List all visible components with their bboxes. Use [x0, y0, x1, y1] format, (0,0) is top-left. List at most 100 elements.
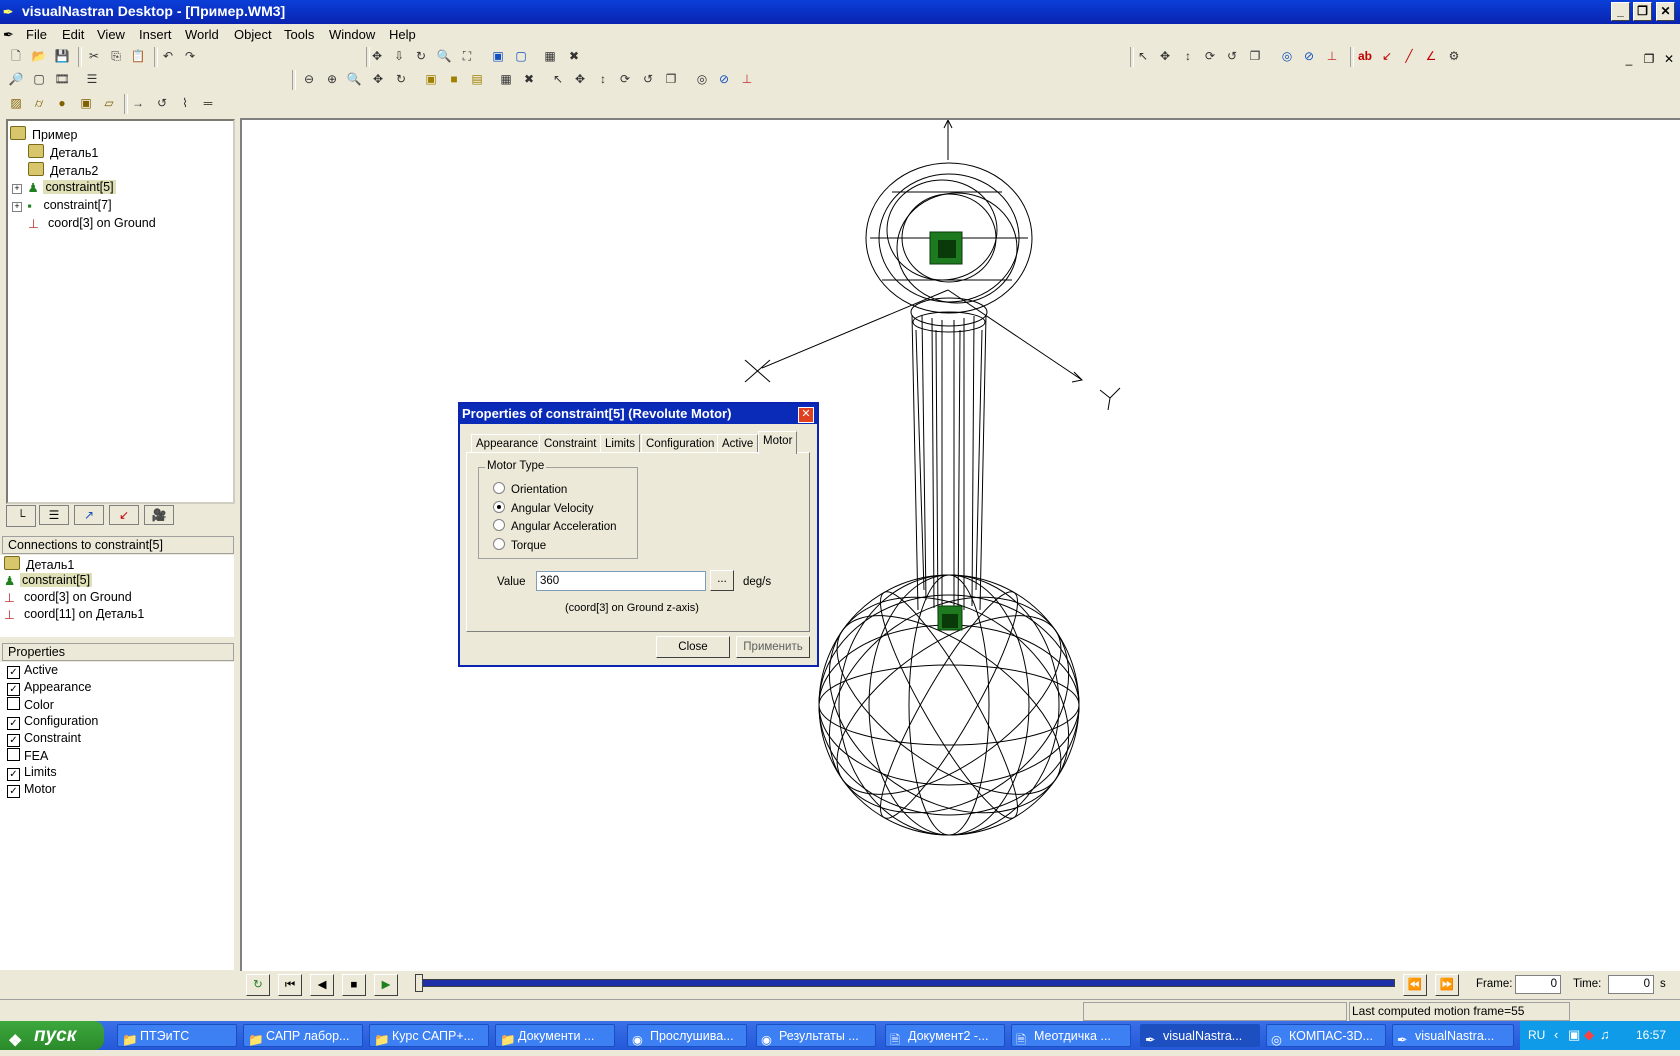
language-indicator[interactable]: RU	[1528, 1028, 1545, 1042]
property-configuration[interactable]: ✓ Configuration	[7, 714, 98, 730]
rope-icon[interactable]: ═	[198, 93, 218, 113]
spin-tool-icon[interactable]: ↺	[1222, 46, 1242, 66]
checkbox[interactable]	[7, 748, 20, 761]
no-collide2-icon[interactable]: ⊘	[714, 69, 734, 89]
cut-icon[interactable]: ✂	[84, 46, 104, 66]
vertical2-icon[interactable]: ↕	[593, 69, 613, 89]
checkbox[interactable]: ✓	[7, 785, 20, 798]
volume-icon[interactable]: ♫	[1600, 1027, 1610, 1042]
move-tool-icon[interactable]: ✥	[1155, 46, 1175, 66]
value-input[interactable]: 360	[536, 571, 706, 591]
task-button[interactable]: ◉ Результаты ...	[756, 1024, 876, 1047]
rewind-start-icon[interactable]: ⏮	[278, 974, 302, 996]
ground-icon[interactable]: ⊥	[1322, 46, 1342, 66]
vertical-move-icon[interactable]: ↕	[1178, 46, 1198, 66]
film-icon[interactable]: 🎞	[52, 69, 72, 89]
pan-icon[interactable]: ✥	[368, 69, 388, 89]
radio-dot[interactable]	[493, 501, 505, 513]
zoom-in-icon[interactable]: ⊕	[322, 69, 342, 89]
tab-configuration[interactable]: Configuration	[641, 434, 720, 453]
maximize-button[interactable]: ❐	[1633, 2, 1652, 21]
paste-icon[interactable]: 📋	[128, 46, 148, 66]
tree-view-tab-icon[interactable]: └	[6, 505, 36, 527]
minimize-button[interactable]: _	[1611, 2, 1630, 21]
task-button[interactable]: ✒ visualNastra...	[1392, 1024, 1514, 1047]
wire-view-icon[interactable]: ▢	[511, 46, 531, 66]
spin2-icon[interactable]: ↺	[638, 69, 658, 89]
open-icon[interactable]: 📂	[29, 46, 49, 66]
tab-motor[interactable]: Motor	[758, 431, 798, 454]
browse-button[interactable]: ...	[710, 570, 734, 591]
menu-help[interactable]: Help	[389, 27, 416, 42]
document-icon[interactable]: ✒	[3, 27, 14, 43]
sphere-shape-icon[interactable]: ●	[52, 93, 72, 113]
plate-shape-icon[interactable]: ▱	[99, 93, 119, 113]
radio-dot[interactable]	[493, 519, 505, 531]
new-icon[interactable]: 🗋	[6, 46, 26, 66]
angle-annotation-icon[interactable]: ∠	[1421, 46, 1441, 66]
connection-item[interactable]: ⊥ coord[11] on Деталь1	[4, 607, 144, 622]
zoom-dynamic-icon[interactable]: 🔍	[344, 69, 364, 89]
property-constraint[interactable]: ✓ Constraint	[7, 731, 81, 747]
constraint2-icon[interactable]: ❐	[661, 69, 681, 89]
property-motor[interactable]: ✓ Motor	[7, 782, 56, 798]
list-view-tab-icon[interactable]: ☰	[39, 505, 69, 525]
frame-forward-icon[interactable]: ⏩	[1435, 974, 1459, 996]
close-button[interactable]: ✕	[1656, 2, 1675, 21]
task-button[interactable]: 🗎 Меотдичка ...	[1011, 1024, 1131, 1047]
tray-arrow-icon[interactable]: ‹	[1554, 1027, 1558, 1042]
property-active[interactable]: ✓ Active	[7, 663, 58, 679]
radio-torque[interactable]: Torque	[493, 538, 546, 552]
zoom-icon[interactable]: 🔍	[434, 46, 454, 66]
torque-icon[interactable]: ↺	[152, 93, 172, 113]
tab-active[interactable]: Active	[717, 434, 759, 453]
undo-icon[interactable]: ↶	[158, 46, 178, 66]
checkbox[interactable]: ✓	[7, 666, 20, 679]
spring-icon[interactable]: ⌇	[175, 93, 195, 113]
task-button[interactable]: 📁 ПТЭиТС	[117, 1024, 237, 1047]
checkbox[interactable]: ✓	[7, 683, 20, 696]
radio-dot[interactable]	[493, 482, 505, 494]
frame-field[interactable]: 0	[1515, 975, 1561, 994]
task-button[interactable]: 📁 Курс САПР+...	[369, 1024, 489, 1047]
select2-arrow-icon[interactable]: ↖	[548, 69, 568, 89]
tree-item-constraint5[interactable]: + ♟ constraint[5]	[12, 180, 116, 195]
task-button[interactable]: ◉ Прослушива...	[627, 1024, 747, 1047]
task-button[interactable]: ◎ КОМПАС-3D...	[1266, 1024, 1386, 1047]
checkbox[interactable]	[7, 697, 20, 710]
3d-viewport[interactable]: X Y	[240, 118, 1680, 971]
network-icon[interactable]: ▣	[1568, 1027, 1580, 1043]
cylinder-shape-icon[interactable]: ⌭	[29, 93, 49, 113]
tree-item-constraint7[interactable]: + ▪ constraint[7]	[12, 198, 112, 213]
ground2-icon[interactable]: ⊥	[737, 69, 757, 89]
close-dialog-button[interactable]: Close	[656, 636, 730, 658]
property-limits[interactable]: ✓ Limits	[7, 765, 57, 781]
timeline-slider[interactable]	[418, 979, 1395, 987]
expand-icon[interactable]: +	[12, 184, 22, 194]
tree-item-coord3[interactable]: ⊥ coord[3] on Ground	[28, 216, 156, 231]
drag-icon[interactable]: ⇩	[389, 46, 409, 66]
apply-button[interactable]: Применить	[736, 636, 810, 658]
wireframe-icon[interactable]: ▣	[421, 69, 441, 89]
text-annotation-icon[interactable]: ab	[1355, 46, 1375, 66]
select-arrow-icon[interactable]: ↖	[1133, 46, 1153, 66]
list-icon[interactable]: ☰	[82, 69, 102, 89]
annotation-tab-icon[interactable]: ↙	[109, 505, 139, 525]
redo-icon[interactable]: ↷	[180, 46, 200, 66]
snap2-icon[interactable]: ✖	[519, 69, 539, 89]
frame-back-icon[interactable]: ⏪	[1403, 974, 1427, 996]
snap-icon[interactable]: ✖	[564, 46, 584, 66]
menu-window[interactable]: Window	[329, 27, 375, 42]
arrow-annotation-icon[interactable]: ↙	[1377, 46, 1397, 66]
checkbox[interactable]: ✓	[7, 717, 20, 730]
tab-limits[interactable]: Limits	[600, 434, 641, 453]
time-field[interactable]: 0	[1608, 975, 1654, 994]
orbit-icon[interactable]: ↻	[391, 69, 411, 89]
tree-item-part2[interactable]: Деталь2	[28, 162, 98, 178]
line-annotation-icon[interactable]: ╱	[1399, 46, 1419, 66]
box-shape-icon[interactable]: ▨	[6, 93, 26, 113]
task-button-active[interactable]: ✒ visualNastra...	[1140, 1024, 1260, 1047]
constraint-tool-icon[interactable]: ❐	[1245, 46, 1265, 66]
connection-item[interactable]: ⊥ coord[3] on Ground	[4, 590, 132, 605]
task-button[interactable]: 📁 САПР лабор...	[243, 1024, 363, 1047]
